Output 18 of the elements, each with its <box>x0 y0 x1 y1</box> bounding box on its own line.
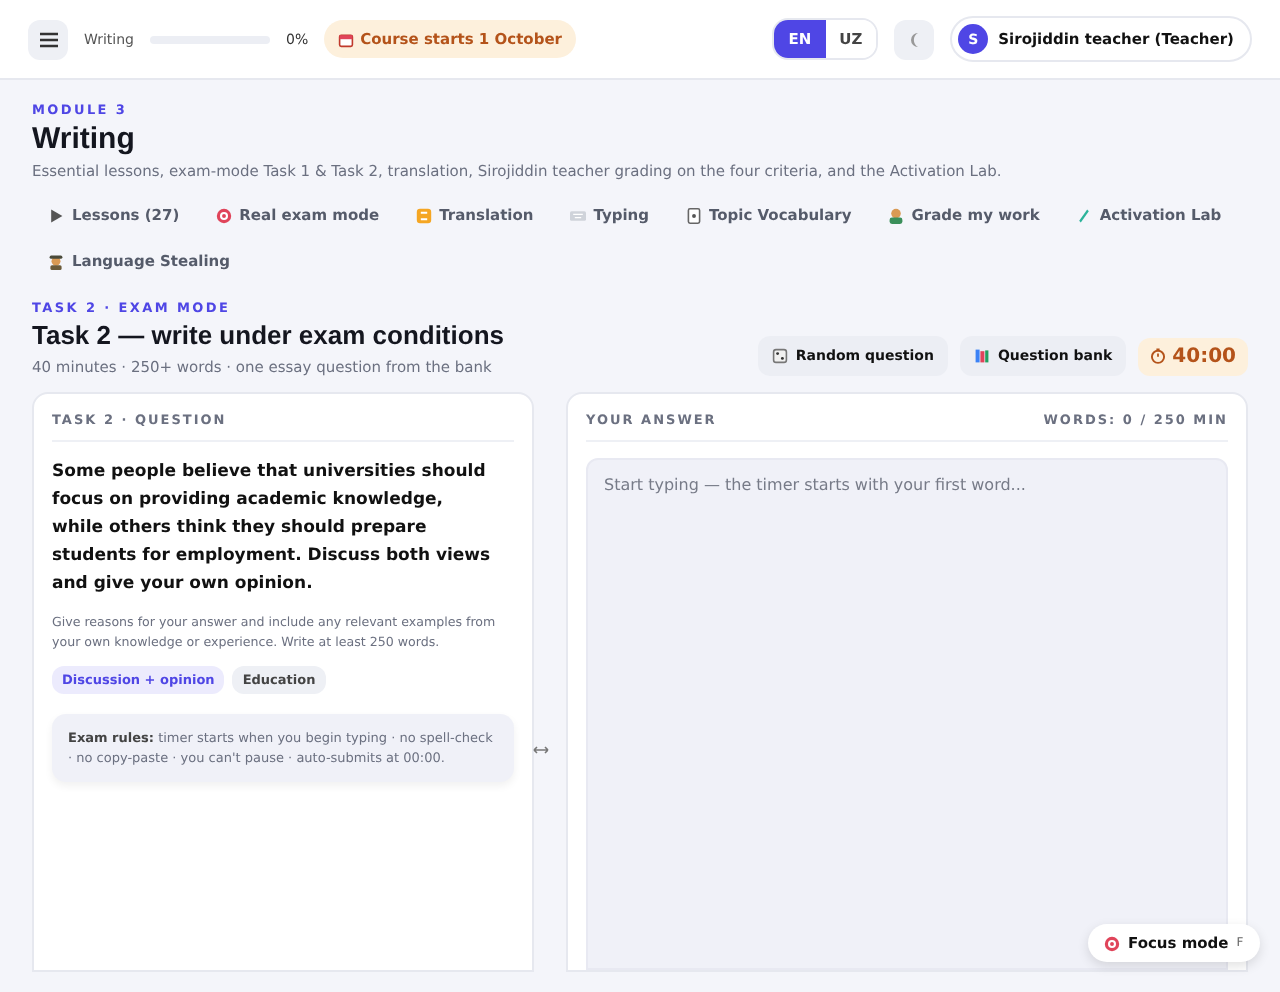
target-icon <box>1104 935 1120 951</box>
essay-question: Some people believe that universities should focus on providing academic knowledge, while others think they should prepare students for employment. Discuss both views and give your own opinion. <box>52 460 493 598</box>
target-icon <box>215 207 232 223</box>
card-icon <box>685 207 702 223</box>
resize-handle-icon[interactable] <box>532 744 550 756</box>
moon-icon <box>907 31 922 47</box>
calendar-icon <box>338 31 355 47</box>
timer-icon <box>1150 348 1167 364</box>
person-icon <box>887 207 904 223</box>
menu-button[interactable] <box>28 19 68 59</box>
books-icon <box>973 348 990 364</box>
dice-icon <box>771 348 788 364</box>
play-icon <box>48 207 64 223</box>
timer: 40:00 <box>1138 337 1248 375</box>
keyboard-icon <box>569 207 586 223</box>
menu-icon <box>39 31 57 47</box>
task-title: Task 2 — write under exam conditions <box>32 320 504 350</box>
page-title: Writing <box>32 122 137 156</box>
